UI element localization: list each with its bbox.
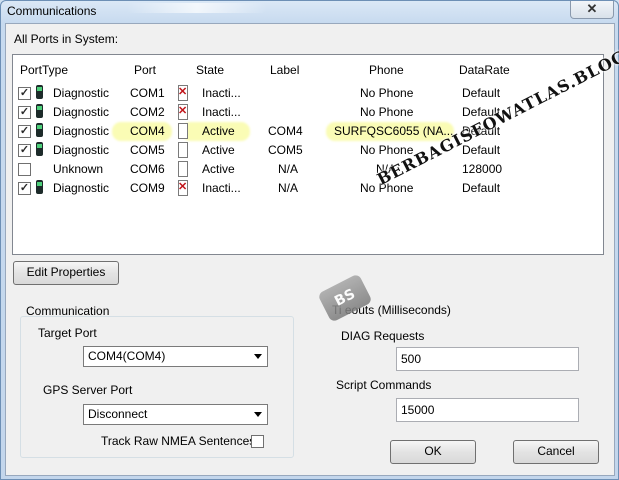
inactive-x-icon (178, 104, 188, 120)
cell-port-type: Diagnostic (53, 143, 110, 157)
target-port-combo[interactable]: COM4(COM4) (83, 346, 268, 367)
table-row[interactable]: ✓ Diagnostic COM5 Active COM5 No Phone Default (14, 141, 602, 160)
cell-port-type: Diagnostic (53, 105, 110, 119)
close-icon: ✕ (586, 1, 598, 16)
all-ports-label: All Ports in System: (14, 32, 119, 46)
cell-label: N/A (278, 181, 299, 195)
row-checkbox[interactable] (18, 163, 31, 176)
cell-port: COM5 (130, 143, 165, 157)
gps-server-port-label: GPS Server Port (43, 383, 133, 397)
gps-server-port-value: Disconnect (88, 407, 148, 421)
cell-state: Active (202, 162, 235, 176)
dialog-body: All Ports in System: PortType Port State… (5, 23, 615, 476)
phone-icon (36, 104, 43, 118)
active-icon (178, 142, 188, 158)
row-checkbox[interactable]: ✓ (18, 106, 31, 119)
col-header-port[interactable]: Port (134, 63, 156, 77)
cell-port-type: Diagnostic (53, 181, 110, 195)
cell-label: N/A (278, 162, 299, 176)
cell-state: Active (202, 143, 235, 157)
title-blur (127, 3, 267, 13)
chevron-down-icon (254, 354, 262, 359)
phone-icon (36, 180, 43, 194)
cell-port: COM4 (130, 124, 165, 138)
cell-state: Inacti... (202, 105, 241, 119)
title-bar: Communications ✕ (1, 1, 618, 23)
table-row[interactable]: ✓ Diagnostic COM4 Active COM4 SURFQSC6055 (NA… (14, 122, 602, 141)
cell-port: COM9 (130, 181, 165, 195)
diag-requests-input[interactable] (397, 348, 578, 370)
target-port-value: COM4(COM4) (88, 349, 166, 363)
active-icon (178, 161, 188, 177)
table-row[interactable]: Unknown COM6 Active N/A N/A 128000 (14, 160, 602, 179)
cell-label: COM4 (268, 124, 303, 138)
cell-port: COM6 (130, 162, 165, 176)
row-checkbox[interactable]: ✓ (18, 144, 31, 157)
cell-data-rate: 128000 (462, 162, 503, 176)
col-header-porttype[interactable]: PortType (20, 63, 68, 77)
col-header-datarate[interactable]: DataRate (459, 63, 510, 77)
cell-state: Active (202, 124, 235, 138)
diag-requests-label: DIAG Requests (341, 329, 425, 343)
active-icon (178, 123, 188, 139)
cell-port-type: Diagnostic (53, 124, 110, 138)
cell-state: Inacti... (202, 181, 241, 195)
phone-icon (36, 123, 43, 137)
col-header-phone[interactable]: Phone (369, 63, 404, 77)
cell-port-type: Diagnostic (53, 86, 110, 100)
communications-window: Communications ✕ All Ports in System: Po… (0, 0, 619, 480)
script-commands-label: Script Commands (336, 378, 432, 392)
col-header-label[interactable]: Label (270, 63, 299, 77)
phone-icon (36, 85, 43, 99)
track-nmea-checkbox[interactable] (251, 435, 264, 448)
cell-port-type: Unknown (53, 162, 104, 176)
cell-port: COM2 (130, 105, 165, 119)
chevron-down-icon (254, 412, 262, 417)
target-port-label: Target Port (38, 326, 97, 340)
cell-port: COM1 (130, 86, 165, 100)
cell-phone: SURFQSC6055 (NA... (334, 124, 454, 138)
inactive-x-icon (178, 85, 188, 101)
script-commands-field[interactable] (396, 398, 579, 422)
col-header-state[interactable]: State (196, 63, 224, 77)
cell-data-rate: Default (462, 86, 501, 100)
track-nmea-label: Track Raw NMEA Sentences (101, 434, 256, 448)
script-commands-input[interactable] (397, 399, 578, 421)
gps-server-port-combo[interactable]: Disconnect (83, 404, 268, 425)
ports-list[interactable]: PortType Port State Label Phone DataRate… (12, 54, 604, 255)
edit-properties-button[interactable]: Edit Properties (13, 261, 119, 285)
window-title: Communications (7, 4, 97, 18)
row-checkbox[interactable]: ✓ (18, 125, 31, 138)
cell-phone: No Phone (360, 86, 414, 100)
diag-requests-field[interactable] (396, 347, 579, 371)
cancel-button[interactable]: Cancel (513, 440, 599, 464)
table-row[interactable]: ✓DiagnosticCOM9Inacti...N/ANo PhoneDefau… (14, 179, 602, 198)
row-checkbox[interactable]: ✓ (18, 87, 31, 100)
cell-phone: No Phone (360, 105, 414, 119)
cell-data-rate: Default (462, 181, 501, 195)
inactive-x-icon (178, 180, 188, 196)
phone-icon (36, 142, 43, 156)
ok-button[interactable]: OK (390, 440, 476, 464)
close-button[interactable]: ✕ (570, 1, 614, 19)
cell-state: Inacti... (202, 86, 241, 100)
cell-label: COM5 (268, 143, 303, 157)
row-checkbox[interactable]: ✓ (18, 182, 31, 195)
